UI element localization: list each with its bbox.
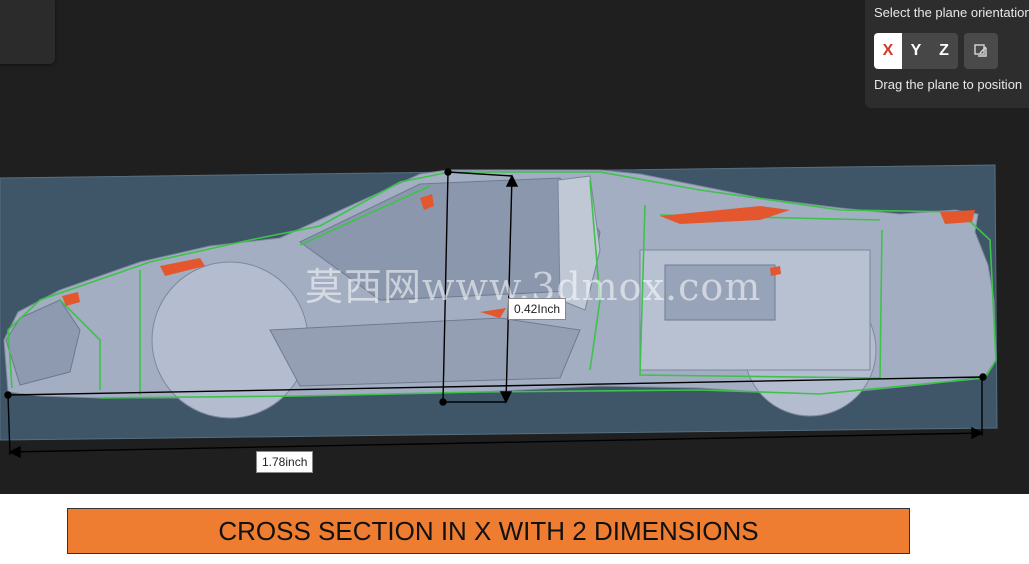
caption-banner: CROSS SECTION IN X WITH 2 DIMENSIONS <box>67 508 910 554</box>
flip-plane-button[interactable] <box>964 33 998 69</box>
dimension-point-left <box>4 391 12 399</box>
axis-y-button[interactable]: Y <box>902 33 930 69</box>
axis-button-group: X Y Z <box>874 33 998 69</box>
flip-plane-icon <box>974 44 987 57</box>
vertical-dimension-label: 0.42Inch <box>508 298 567 320</box>
3d-viewport[interactable]: 莫西网www.3dmox.com 1.78inch 0.42Inch Selec… <box>0 0 1029 494</box>
dimension-point-bottom <box>439 398 447 406</box>
dimension-point-top <box>444 168 452 176</box>
axis-x-button[interactable]: X <box>874 33 902 69</box>
plane-orientation-title: Select the plane orientation <box>874 5 1029 20</box>
plane-orientation-panel: Select the plane orientation X Y Z Drag … <box>865 0 1029 108</box>
drag-plane-hint: Drag the plane to position <box>874 77 1023 92</box>
horizontal-dimension-label: 1.78inch <box>256 451 314 473</box>
horizontal-arrow-left <box>8 445 21 459</box>
dimension-point-right <box>979 373 987 381</box>
axis-z-button[interactable]: Z <box>930 33 958 69</box>
dash-panel <box>269 317 581 387</box>
horizontal-arrow-right <box>971 426 984 440</box>
